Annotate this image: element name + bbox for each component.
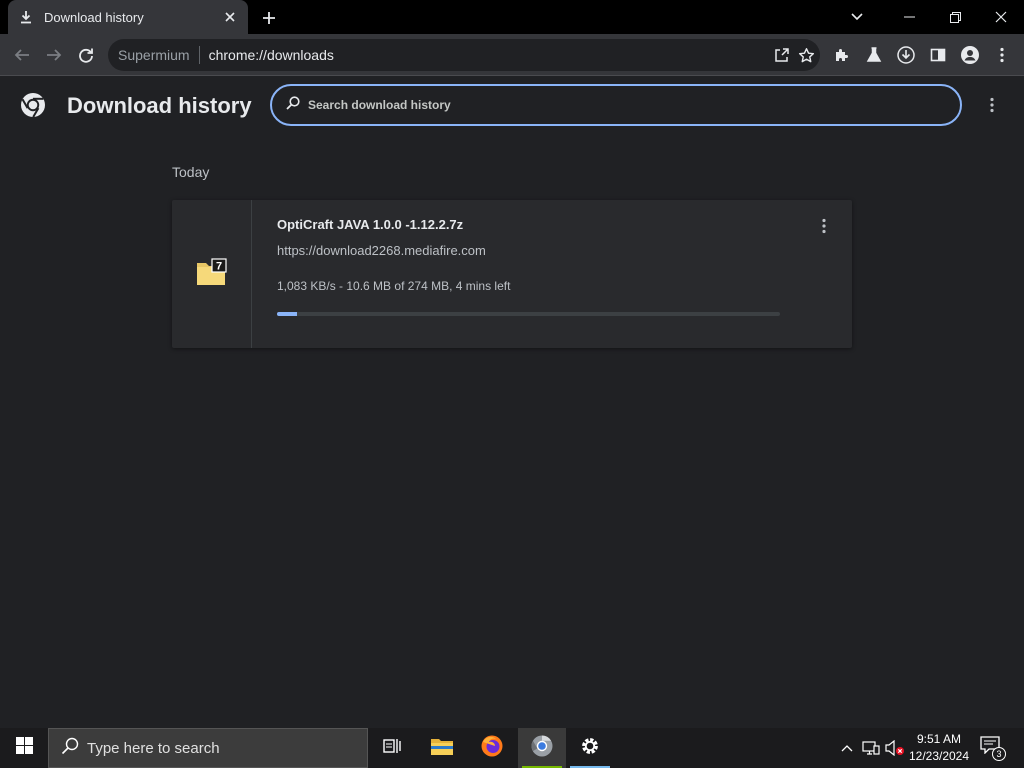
side-panel-icon[interactable]	[926, 43, 950, 67]
clock-time: 9:51 AM	[916, 732, 962, 746]
taskbar-search-box[interactable]	[48, 728, 368, 768]
restore-button[interactable]	[932, 0, 978, 34]
new-tab-button[interactable]	[258, 7, 280, 29]
date-section-label: Today	[172, 164, 210, 180]
back-button[interactable]	[10, 43, 34, 67]
chrome-logo-icon	[20, 92, 46, 118]
volume-muted-icon[interactable]	[885, 738, 905, 758]
search-icon	[286, 95, 300, 115]
taskbar-firefox[interactable]	[468, 728, 516, 768]
tab-download-history[interactable]: Download history	[8, 0, 248, 34]
windows-taskbar: 9:51 AM 12/23/2024 3	[0, 728, 1024, 768]
show-hidden-icons-chevron-up-icon[interactable]	[837, 738, 857, 758]
svg-text:7: 7	[215, 260, 221, 272]
labs-flask-icon[interactable]	[862, 43, 886, 67]
close-tab-icon[interactable]	[222, 9, 238, 25]
gear-icon	[579, 735, 601, 762]
page-title: Download history	[67, 93, 252, 118]
download-status-text: 1,083 KB/s - 10.6 MB of 274 MB, 4 mins l…	[277, 279, 511, 293]
tab-search-button[interactable]	[834, 0, 880, 34]
download-item: 7 OptiCraft JAVA 1.0.0 -1.12.2.7z https:…	[172, 200, 852, 348]
profile-avatar-icon[interactable]	[958, 43, 982, 67]
close-window-button[interactable]	[978, 0, 1024, 34]
network-icon[interactable]	[861, 738, 881, 758]
taskbar-settings[interactable]	[566, 728, 614, 768]
taskbar-clock[interactable]: 9:51 AM 12/23/2024	[906, 731, 972, 765]
omnibox-divider	[198, 46, 200, 64]
task-view-button[interactable]	[368, 728, 416, 768]
download-icon	[18, 9, 34, 25]
reload-button[interactable]	[74, 43, 98, 67]
downloads-button-icon[interactable]	[894, 43, 918, 67]
page-more-actions-icon[interactable]	[980, 93, 1004, 117]
title-bar: Download history	[0, 0, 1024, 34]
firefox-icon	[480, 734, 504, 763]
task-view-icon	[382, 737, 402, 760]
forward-button[interactable]	[42, 43, 66, 67]
taskbar-file-explorer[interactable]	[418, 728, 466, 768]
extensions-icon[interactable]	[830, 43, 854, 67]
file-explorer-icon	[430, 736, 454, 761]
search-icon	[61, 737, 79, 760]
taskbar-browser[interactable]	[518, 728, 566, 768]
download-more-actions-icon[interactable]	[812, 214, 836, 238]
supermium-browser-icon	[530, 734, 554, 763]
site-chip: Supermium	[118, 47, 190, 63]
browser-toolbar: Supermium chrome://downloads	[0, 34, 1024, 76]
download-progress-fill	[277, 312, 297, 316]
download-file-name[interactable]: OptiCraft JAVA 1.0.0 -1.12.2.7z	[277, 217, 463, 232]
file-icon-column: 7	[172, 200, 252, 348]
bookmark-star-icon[interactable]	[794, 43, 818, 67]
share-icon[interactable]	[770, 43, 794, 67]
action-center-button[interactable]: 3	[980, 736, 1006, 761]
downloads-header: Download history	[0, 77, 1024, 135]
download-source-url[interactable]: https://download2268.mediafire.com	[277, 243, 486, 258]
windows-logo-icon	[15, 737, 33, 759]
tab-title: Download history	[44, 9, 144, 25]
address-bar[interactable]: Supermium chrome://downloads	[108, 39, 820, 71]
download-progress-bar	[277, 312, 780, 316]
search-downloads-box[interactable]	[270, 84, 962, 126]
7zip-archive-icon: 7	[195, 257, 229, 292]
start-button[interactable]	[0, 728, 48, 768]
taskbar-search-input[interactable]	[87, 739, 347, 757]
notification-count-badge: 3	[992, 747, 1006, 761]
clock-date: 12/23/2024	[908, 749, 970, 763]
url-text[interactable]: chrome://downloads	[209, 47, 334, 63]
search-downloads-input[interactable]	[308, 98, 908, 112]
browser-menu-icon[interactable]	[990, 43, 1014, 67]
minimize-button[interactable]	[886, 0, 932, 34]
